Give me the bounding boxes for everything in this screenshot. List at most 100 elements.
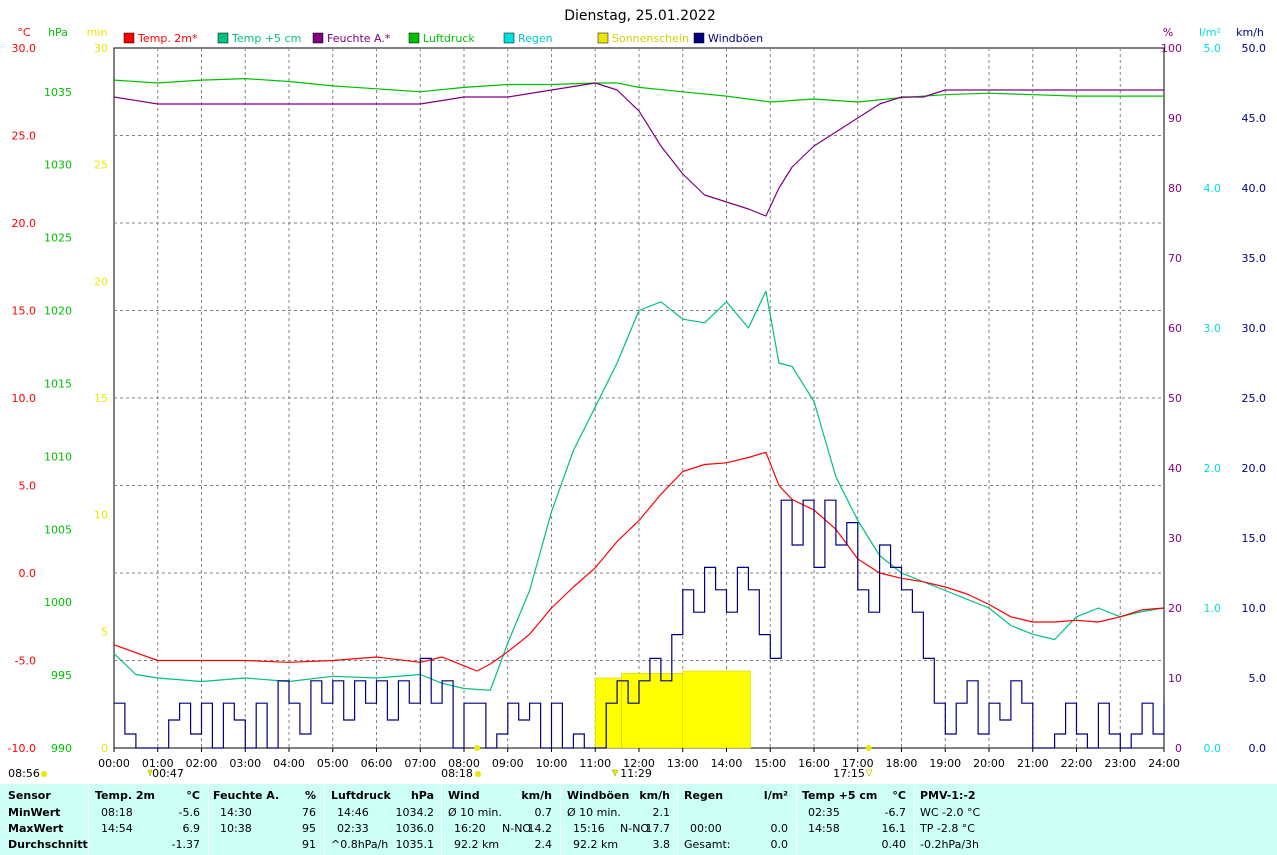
windboeen-max-time: 15:16 bbox=[573, 822, 605, 835]
sun-marker-label: 08:56 bbox=[8, 767, 40, 780]
wind-tick: 10.0 bbox=[1242, 602, 1267, 615]
pressure-tick: 1020 bbox=[44, 305, 72, 318]
legend-swatch bbox=[597, 32, 609, 44]
sunshine-tick: 25 bbox=[94, 159, 108, 172]
chart-title: Dienstag, 25.01.2022 bbox=[564, 8, 715, 24]
legend-label: Feuchte A.* bbox=[327, 32, 391, 45]
rain-unit: l/m² bbox=[1199, 26, 1221, 39]
sunshine-bar bbox=[682, 670, 751, 749]
legend-swatch bbox=[123, 32, 135, 44]
windboeen-unit: km/h bbox=[639, 789, 670, 802]
rain-tick: 1.0 bbox=[1204, 602, 1222, 615]
feuchte-header: Feuchte A. bbox=[213, 789, 280, 802]
humidity-tick: 70 bbox=[1168, 252, 1182, 265]
temp-tick: 5.0 bbox=[19, 480, 37, 493]
legend-label: Regen bbox=[518, 32, 553, 45]
x-tick-label: 11:00 bbox=[579, 757, 611, 770]
feuchte-max: 95 bbox=[302, 822, 316, 835]
sunshine-tick: 20 bbox=[94, 275, 108, 288]
temp-tick: 20.0 bbox=[12, 217, 37, 230]
row-label-max: MaxWert bbox=[8, 822, 64, 835]
x-tick-label: 02:00 bbox=[186, 757, 218, 770]
legend-label: Luftdruck bbox=[423, 32, 475, 45]
temp5cm-max: 16.1 bbox=[881, 822, 907, 835]
regen-total-label: Gesamt: bbox=[684, 838, 731, 851]
wind-tick: 50.0 bbox=[1242, 42, 1267, 55]
wind-max: 14.2 bbox=[527, 822, 553, 835]
luftdruck-header: Luftdruck bbox=[331, 789, 391, 802]
sunshine-tick: 10 bbox=[94, 509, 108, 522]
wind-tick: 15.0 bbox=[1242, 532, 1267, 545]
sunshine-tick: 0 bbox=[101, 742, 108, 755]
x-tick-label: 19:00 bbox=[929, 757, 961, 770]
x-tick-label: 14:00 bbox=[711, 757, 743, 770]
x-tick-label: 22:00 bbox=[1061, 757, 1093, 770]
windboeen-avg10: 2.1 bbox=[652, 806, 671, 819]
windboeen-avg10-label: Ø 10 min. bbox=[567, 806, 621, 819]
temp5cm-min-time: 02:35 bbox=[808, 806, 840, 819]
pressure-tick: 1000 bbox=[44, 596, 72, 609]
wind-tick: 40.0 bbox=[1242, 182, 1267, 195]
legend-swatch bbox=[503, 32, 515, 44]
x-tick-label: 24:00 bbox=[1148, 757, 1180, 770]
temp-tick: 10.0 bbox=[12, 392, 37, 405]
feuchte-unit: % bbox=[304, 789, 316, 802]
legend-label: Temp. 2m* bbox=[137, 32, 198, 45]
temp2m-min-time: 08:18 bbox=[101, 806, 133, 819]
luftdruck-min: 1034.2 bbox=[395, 806, 435, 819]
wind-tick: 0.0 bbox=[1249, 742, 1267, 755]
pmv-header: PMV-1:-2 bbox=[920, 789, 976, 802]
x-tick-label: 09:00 bbox=[492, 757, 524, 770]
pressure-unit: hPa bbox=[48, 26, 68, 39]
sunshine-tick: 30 bbox=[94, 42, 108, 55]
x-tick-label: 00:00 bbox=[98, 757, 130, 770]
sunshine-bars bbox=[595, 670, 751, 749]
pressure-tick: 1030 bbox=[44, 159, 72, 172]
feuchte-min-time: 14:30 bbox=[220, 806, 252, 819]
pmv-wc: WC -2.0 °C bbox=[920, 806, 981, 819]
feuchte-max-time: 10:38 bbox=[220, 822, 252, 835]
humidity-tick: 100 bbox=[1161, 42, 1182, 55]
wind-header: Wind bbox=[448, 789, 480, 802]
regen-max: 0.0 bbox=[770, 822, 789, 835]
wind-unit: km/h bbox=[1236, 26, 1264, 39]
luftdruck-unit: hPa bbox=[410, 789, 434, 802]
sunshine-tick: 5 bbox=[101, 625, 108, 638]
pressure-tick: 1010 bbox=[44, 450, 72, 463]
sunrise-dot bbox=[474, 745, 481, 751]
temp-tick: -10.0 bbox=[8, 742, 36, 755]
wind-tick: 25.0 bbox=[1242, 392, 1267, 405]
pmv-tp: TP -2.8 °C bbox=[920, 822, 975, 835]
temp-tick: 0.0 bbox=[19, 567, 37, 580]
humidity-tick: 60 bbox=[1168, 322, 1182, 335]
x-tick-label: 16:00 bbox=[798, 757, 830, 770]
temp-tick: 25.0 bbox=[12, 130, 37, 143]
temp2m-unit: °C bbox=[186, 789, 200, 802]
sensor-header: Sensor bbox=[8, 789, 51, 802]
rain-tick: 2.0 bbox=[1204, 462, 1222, 475]
pressure-tick: 990 bbox=[51, 742, 72, 755]
wind-tick: 45.0 bbox=[1242, 112, 1267, 125]
humidity-tick: 80 bbox=[1168, 182, 1182, 195]
humidity-tick: 20 bbox=[1168, 602, 1182, 615]
pressure-tick: 995 bbox=[51, 669, 72, 682]
wind-avg10-label: Ø 10 min. bbox=[448, 806, 502, 819]
pressure-tick: 1035 bbox=[44, 86, 72, 99]
pressure-tick: 1015 bbox=[44, 377, 72, 390]
rain-tick: 3.0 bbox=[1204, 322, 1222, 335]
legend-label: Windböen bbox=[708, 32, 763, 45]
x-tick-label: 15:00 bbox=[754, 757, 786, 770]
sun-marker-label: 17:15 bbox=[833, 767, 865, 780]
temp5cm-header: Temp +5 cm bbox=[802, 789, 878, 802]
rain-tick: 4.0 bbox=[1204, 182, 1222, 195]
regen-unit: l/m² bbox=[763, 789, 788, 802]
sun-marker-dot bbox=[41, 771, 47, 777]
windboeen-header: Windböen bbox=[567, 789, 630, 802]
regen-header: Regen bbox=[684, 789, 724, 802]
sun-marker-label: 00:47 bbox=[152, 767, 184, 780]
x-tick-label: 20:00 bbox=[973, 757, 1005, 770]
rain-tick: 0.0 bbox=[1204, 742, 1222, 755]
legend-swatch bbox=[693, 32, 705, 44]
windboeen-max: 17.7 bbox=[645, 822, 671, 835]
x-tick-label: 10:00 bbox=[536, 757, 568, 770]
